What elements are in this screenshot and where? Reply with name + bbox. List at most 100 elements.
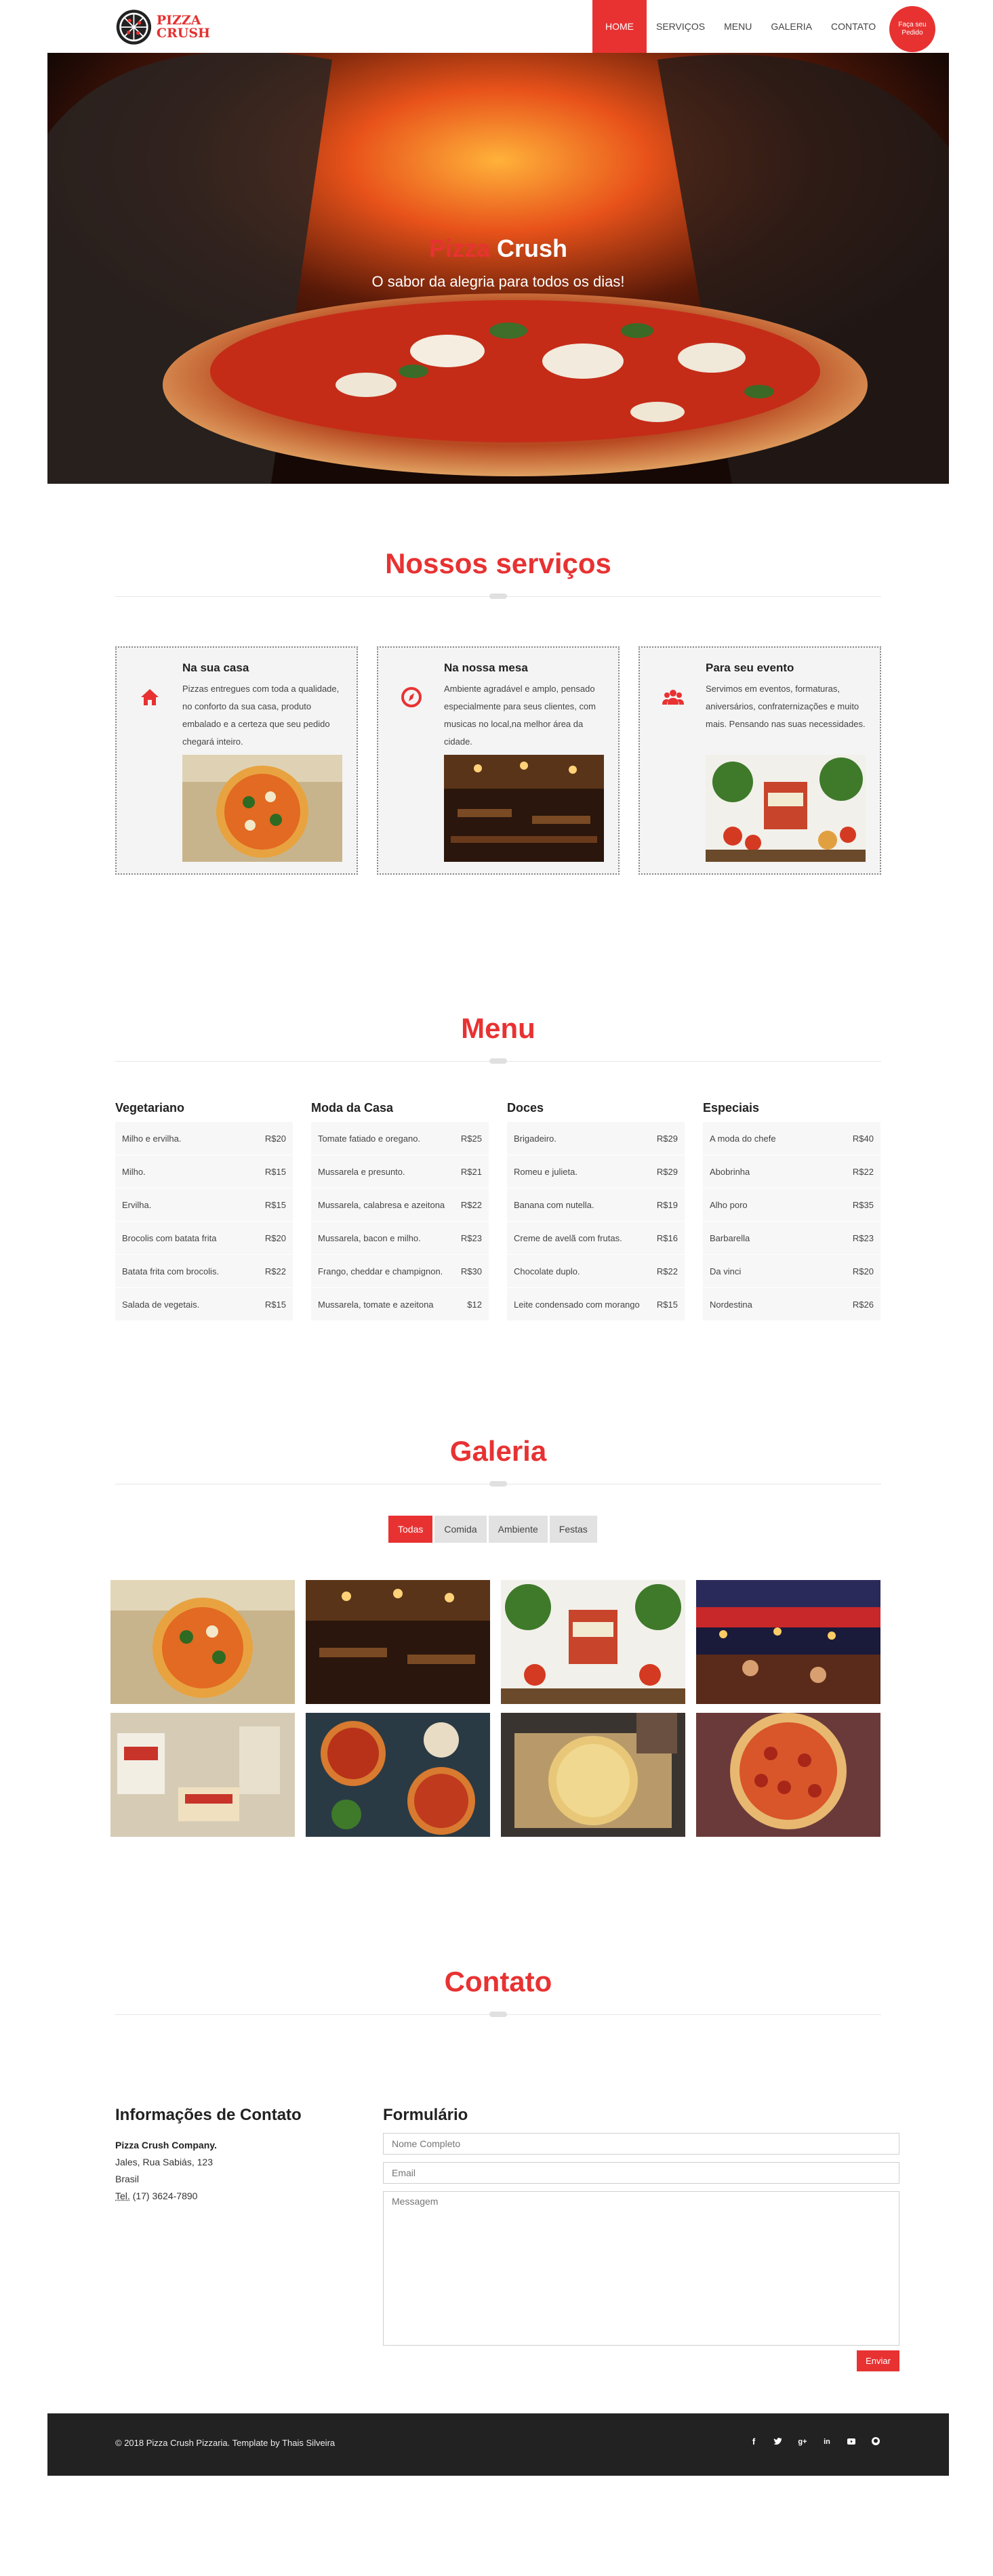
form-heading: Formulário xyxy=(383,2106,468,2124)
service-title: Na sua casa xyxy=(182,661,249,674)
menu-item: Brigadeiro. R$29 xyxy=(507,1122,685,1155)
logo[interactable]: PIZZA CRUSH xyxy=(115,5,210,49)
menu-item: Mussarela, calabresa e azeitona R$22 xyxy=(311,1188,489,1222)
menu-item-price: R$26 xyxy=(852,1299,874,1310)
address: Jales, Rua Sabiás, 123 xyxy=(115,2157,213,2167)
menu-item-price: R$16 xyxy=(656,1232,678,1243)
menu-item-price: R$20 xyxy=(852,1266,874,1276)
phone-label: Tel. xyxy=(115,2190,130,2201)
menu-item: A moda do chefe R$40 xyxy=(703,1122,880,1155)
logo-text: PIZZA CRUSH xyxy=(157,14,210,40)
contact-divider xyxy=(115,2012,881,2017)
gallery-image-pizza-box[interactable] xyxy=(110,1580,295,1704)
filter-todas-button[interactable]: Todas xyxy=(388,1516,433,1543)
service-text: Ambiente agradável e amplo, pensado espe… xyxy=(444,684,596,747)
menu-item: Batata frita com brocolis. R$22 xyxy=(115,1255,293,1288)
gallery-image-street-terrace[interactable] xyxy=(696,1580,880,1704)
menu-item: Abobrinha R$22 xyxy=(703,1155,880,1188)
hero-title-pizza: Pizza xyxy=(428,234,490,262)
filter-comida-button[interactable]: Comida xyxy=(434,1516,487,1543)
menu-item: Romeu e julieta. R$29 xyxy=(507,1155,685,1188)
contact-title: Contato xyxy=(444,1966,552,1997)
filter-festas-button[interactable]: Festas xyxy=(549,1516,597,1543)
menu-item: Banana com nutella. R$19 xyxy=(507,1188,685,1222)
nav-galeria[interactable]: GALERIA xyxy=(761,0,822,53)
service-card-home: Na sua casa Pizzas entregues com toda a … xyxy=(115,646,358,875)
email-field[interactable] xyxy=(383,2162,899,2184)
menu-category: Moda da Casa xyxy=(311,1101,394,1115)
service-text: Pizzas entregues com toda a qualidade, n… xyxy=(182,684,340,747)
nav-menu[interactable]: MENU xyxy=(714,0,761,53)
menu-column-especiais: Especiais A moda do chefe R$40 Abobrinha R… xyxy=(703,1098,880,1321)
menu-item: Milho e ervilha. R$20 xyxy=(115,1122,293,1155)
nav-home[interactable]: HOME xyxy=(592,0,647,53)
menu-item: Mussarela e presunto. R$21 xyxy=(311,1155,489,1188)
menu-item: Frango, cheddar e champignon. R$30 xyxy=(311,1255,489,1288)
menu-item-price: R$22 xyxy=(656,1266,678,1276)
message-field[interactable] xyxy=(383,2191,899,2346)
google-plus-icon[interactable]: g+ xyxy=(797,2436,808,2447)
linkedin-icon[interactable]: in xyxy=(822,2436,832,2447)
menu-item: Mussarela, tomate e azeitona $12 xyxy=(311,1288,489,1321)
filter-ambiente-button[interactable]: Ambiente xyxy=(488,1516,548,1543)
github-icon[interactable] xyxy=(870,2436,881,2447)
menu-item: Da vinci R$20 xyxy=(703,1255,880,1288)
menu-item-name: Mussarela, calabresa e azeitona xyxy=(318,1199,445,1210)
menu-item-price: R$22 xyxy=(460,1199,482,1210)
gallery-image-restaurant[interactable] xyxy=(306,1580,490,1704)
footer: © 2018 Pizza Crush Pizzaria. Template by… xyxy=(47,2413,949,2476)
services-title: Nossos serviços xyxy=(385,547,611,579)
menu-item-price: R$15 xyxy=(264,1199,286,1210)
twitter-icon[interactable] xyxy=(773,2436,784,2447)
gallery-image-pizzas-table[interactable] xyxy=(306,1713,490,1837)
menu-item-price: R$40 xyxy=(852,1133,874,1144)
nav-servicos[interactable]: SERVIÇOS xyxy=(647,0,714,53)
name-field[interactable] xyxy=(383,2133,899,2155)
menu-item-name: Mussarela, bacon e milho. xyxy=(318,1232,421,1243)
menu-item-name: Banana com nutella. xyxy=(514,1199,594,1210)
facebook-icon[interactable]: f xyxy=(748,2436,759,2447)
menu-item-price: R$22 xyxy=(264,1266,286,1276)
menu-column-moda-da-casa: Moda da Casa Tomate fatiado e oregano. R$… xyxy=(311,1098,489,1321)
menu-item: Salada de vegetais. R$15 xyxy=(115,1288,293,1321)
menu-item-name: Tomate fatiado e oregano. xyxy=(318,1133,421,1144)
menu-item-price: R$20 xyxy=(264,1133,286,1144)
pizza-logo-icon xyxy=(116,9,152,45)
gallery-image-pepperoni-pizza[interactable] xyxy=(696,1713,880,1837)
menu-item-name: Ervilha. xyxy=(122,1199,152,1210)
services-divider xyxy=(115,594,881,599)
menu-item-name: Batata frita com brocolis. xyxy=(122,1266,220,1276)
gallery-title: Galeria xyxy=(449,1435,547,1467)
menu-item-price: R$21 xyxy=(460,1166,482,1177)
menu-item: Mussarela, bacon e milho. R$23 xyxy=(311,1222,489,1255)
menu-divider xyxy=(115,1058,881,1064)
menu-item-name: Frango, cheddar e champignon. xyxy=(318,1266,443,1276)
menu-item-price: R$35 xyxy=(852,1199,874,1210)
menu-item-name: Abobrinha xyxy=(710,1166,750,1177)
menu-item-price: R$22 xyxy=(852,1166,874,1177)
gallery-image-products[interactable] xyxy=(110,1713,295,1837)
order-button[interactable]: Faça seu Pedido xyxy=(889,6,935,52)
navbar: PIZZA CRUSH HOME SERVIÇOS MENU GALERIA C… xyxy=(0,0,993,53)
menu-item-price: R$15 xyxy=(264,1299,286,1310)
menu-item-name: Leite condensado com morango xyxy=(514,1299,640,1310)
menu-item-name: Chocolate duplo. xyxy=(514,1266,580,1276)
compass-icon xyxy=(401,687,422,707)
gallery-image-event-table[interactable] xyxy=(501,1580,685,1704)
menu-item: Creme de avelã com frutas. R$16 xyxy=(507,1222,685,1255)
hero-subtitle: O sabor da alegria para todos os dias! xyxy=(371,273,625,290)
menu-item-price: R$15 xyxy=(656,1299,678,1310)
nav-contato[interactable]: CONTATO xyxy=(822,0,885,53)
service-card-table: Na nossa mesa Ambiente agradável e amplo… xyxy=(377,646,620,875)
menu-column-vegetariano: Vegetariano Milho e ervilha. R$20 Milho. R… xyxy=(115,1098,293,1321)
menu-item-price: R$23 xyxy=(852,1232,874,1243)
send-button[interactable]: Enviar xyxy=(857,2350,899,2371)
gallery-image-pizza-cutting[interactable] xyxy=(501,1713,685,1837)
menu-item: Tomate fatiado e oregano. R$25 xyxy=(311,1122,489,1155)
menu-item-price: R$20 xyxy=(264,1232,286,1243)
menu-item-price: R$29 xyxy=(656,1133,678,1144)
menu-item: Ervilha. R$15 xyxy=(115,1188,293,1222)
hero-title-crush: Crush xyxy=(497,234,568,262)
menu-item-name: Barbarella xyxy=(710,1232,750,1243)
youtube-icon[interactable] xyxy=(846,2436,857,2447)
